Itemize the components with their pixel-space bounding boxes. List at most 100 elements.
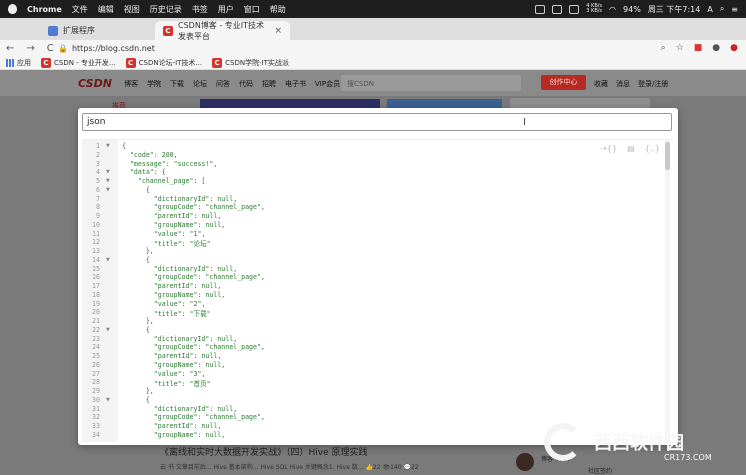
fold-arrow-icon[interactable]: ▼ bbox=[106, 143, 110, 149]
article-meta: 云 书 文章目前后... Hive 基本架构... Hive SQL Hive … bbox=[160, 464, 419, 471]
save-icon[interactable]: ▤ bbox=[627, 144, 635, 153]
code-line: "groupCode": "channel_page", bbox=[153, 413, 265, 422]
code-line: "dictionaryId": null, bbox=[153, 264, 238, 273]
fold-arrow-icon[interactable]: ▼ bbox=[106, 169, 110, 175]
copy-json-icon[interactable]: ⇢{} bbox=[600, 144, 617, 153]
scrollbar-thumb[interactable] bbox=[665, 142, 670, 170]
article-title[interactable]: 《离线和实时大数据开发实战》（四）Hive 原理实践 bbox=[160, 445, 368, 458]
messages-link[interactable]: 消息 bbox=[616, 79, 630, 89]
line-number: 8 bbox=[96, 203, 100, 212]
status-icon[interactable] bbox=[535, 4, 546, 14]
line-number: 12 bbox=[92, 238, 100, 247]
line-number: 9 bbox=[96, 212, 100, 220]
user-menu[interactable]: A bbox=[707, 5, 712, 14]
nav-link[interactable]: 招聘 bbox=[262, 79, 276, 89]
code-line: "groupName": null, bbox=[153, 290, 226, 299]
code-line: "value": "1", bbox=[153, 229, 206, 238]
apple-icon[interactable] bbox=[8, 4, 17, 14]
menu-history[interactable]: 历史记录 bbox=[150, 4, 182, 15]
watermark: 西西软件园 CR173.COM bbox=[544, 423, 744, 475]
nav-link[interactable]: 下载 bbox=[170, 79, 184, 89]
nav-link[interactable]: 博客 bbox=[124, 79, 138, 89]
tab-label: 扩展程序 bbox=[63, 26, 95, 35]
zoom-icon[interactable]: ⌕ bbox=[661, 43, 666, 53]
favorites-link[interactable]: 收藏 bbox=[594, 79, 608, 89]
menu-help[interactable]: 帮助 bbox=[270, 4, 286, 15]
menu-user[interactable]: 用户 bbox=[218, 4, 234, 15]
menu-bookmarks[interactable]: 书签 bbox=[192, 4, 208, 15]
tab-extensions[interactable]: 扩展程序 bbox=[40, 21, 155, 40]
query-input[interactable] bbox=[82, 113, 672, 131]
nav-link[interactable]: 论坛 bbox=[193, 79, 207, 89]
line-number: 23 bbox=[92, 334, 100, 343]
line-number: 14 bbox=[92, 255, 100, 264]
line-number: 4 bbox=[96, 168, 100, 177]
nav-link[interactable]: 学院 bbox=[147, 79, 161, 89]
bookmark-item[interactable]: C CSDN - 专业开发... bbox=[41, 57, 116, 68]
line-number: 2 bbox=[96, 150, 100, 159]
url-text: https://blog.csdn.net bbox=[71, 43, 155, 53]
tab-csdn[interactable]: C CSDN博客 - 专业IT技术发表平台 × bbox=[155, 21, 290, 41]
back-icon[interactable]: ← bbox=[6, 43, 14, 54]
menu-app-chrome[interactable]: Chrome bbox=[27, 5, 62, 14]
status-icon[interactable] bbox=[552, 4, 563, 14]
macos-menubar: Chrome 文件 编辑 视图 历史记录 书签 用户 窗口 帮助 4 KB/s 3… bbox=[0, 0, 746, 18]
json-editor[interactable]: 1 ▼ 2 3 4 ▼ 5 ▼ 6 ▼ 7 8 9 10 11 12 13 14 ▼ 15 16 17 18 19 20 21 22… bbox=[82, 139, 674, 442]
line-number: 13 bbox=[92, 247, 100, 255]
address-bar[interactable]: 🔒 https://blog.csdn.net bbox=[58, 41, 688, 55]
scrollbar[interactable] bbox=[665, 140, 670, 442]
csdn-favicon-icon: C bbox=[212, 57, 223, 68]
line-number: 32 bbox=[92, 413, 100, 422]
fold-arrow-icon[interactable]: ▼ bbox=[106, 327, 110, 333]
battery-percent: 94% bbox=[623, 4, 641, 14]
menu-window[interactable]: 窗口 bbox=[244, 4, 260, 15]
fold-arrow-icon[interactable]: ▼ bbox=[106, 187, 110, 193]
csdn-logo[interactable]: CSDN bbox=[78, 77, 112, 90]
reload-icon[interactable]: C bbox=[47, 43, 54, 54]
fold-arrow-icon[interactable]: ▼ bbox=[106, 178, 110, 184]
fold-arrow-icon[interactable]: ▼ bbox=[106, 397, 110, 403]
watermark-text: 西西软件园 bbox=[594, 433, 684, 454]
bookmark-item[interactable]: C CSDN论坛-IT技术... bbox=[125, 57, 202, 68]
star-icon[interactable]: ☆ bbox=[676, 43, 684, 53]
forward-icon[interactable]: → bbox=[26, 43, 34, 54]
line-number: 18 bbox=[92, 290, 100, 299]
nav-link[interactable]: VIP会员 bbox=[315, 79, 340, 89]
watermark-url: CR173.COM bbox=[664, 453, 712, 462]
nav-link[interactable]: 问答 bbox=[216, 79, 230, 89]
code-line: { bbox=[122, 185, 150, 194]
clock[interactable]: 周三 下午7:14 bbox=[648, 4, 701, 15]
search-icon[interactable]: ⌕ bbox=[720, 4, 724, 14]
code-line: "code": 200, bbox=[129, 150, 178, 159]
menu-edit[interactable]: 编辑 bbox=[98, 4, 114, 15]
csdn-search-input[interactable]: 搜CSDN bbox=[341, 75, 521, 91]
code-line: "data": { bbox=[129, 168, 166, 177]
bookmark-item[interactable]: C CSDN学院-IT实战派 bbox=[212, 57, 289, 68]
format-icon[interactable]: {..} bbox=[645, 144, 660, 153]
abp-icon[interactable]: ● bbox=[730, 43, 738, 53]
status-icon[interactable] bbox=[569, 4, 580, 14]
nav-link[interactable]: 代码 bbox=[239, 79, 253, 89]
line-number: 19 bbox=[92, 299, 100, 308]
avatar[interactable] bbox=[516, 453, 534, 471]
line-gutter: 1 ▼ 2 3 4 ▼ 5 ▼ 6 ▼ 7 8 9 10 11 12 13 14 ▼ 15 16 17 18 19 20 21 22… bbox=[82, 140, 118, 442]
bookmark-apps[interactable]: 应用 bbox=[6, 58, 31, 68]
menu-view[interactable]: 视图 bbox=[124, 4, 140, 15]
wifi-icon[interactable]: ◠ bbox=[609, 5, 616, 14]
csdn-favicon-icon: C bbox=[41, 57, 51, 68]
profile-icon[interactable]: ● bbox=[712, 43, 720, 53]
login-link[interactable]: 登录/注册 bbox=[638, 79, 668, 89]
line-number: 34 bbox=[92, 430, 100, 439]
csdn-favicon-icon: C bbox=[163, 25, 173, 36]
line-number: 15 bbox=[92, 264, 100, 273]
code-line: "dictionaryId": null, bbox=[153, 334, 238, 343]
close-icon[interactable]: × bbox=[274, 26, 282, 36]
code-line: "groupCode": "channel_page", bbox=[153, 273, 265, 282]
menu-file[interactable]: 文件 bbox=[72, 4, 88, 15]
nav-link[interactable]: 电子书 bbox=[285, 79, 306, 89]
fold-arrow-icon[interactable]: ▼ bbox=[106, 257, 110, 263]
create-center-button[interactable]: 创作中心 bbox=[541, 75, 586, 90]
list-icon[interactable]: ≡ bbox=[731, 5, 738, 14]
code-line: "parentId": null, bbox=[153, 422, 222, 430]
extension-icon[interactable]: ■ bbox=[694, 43, 703, 53]
